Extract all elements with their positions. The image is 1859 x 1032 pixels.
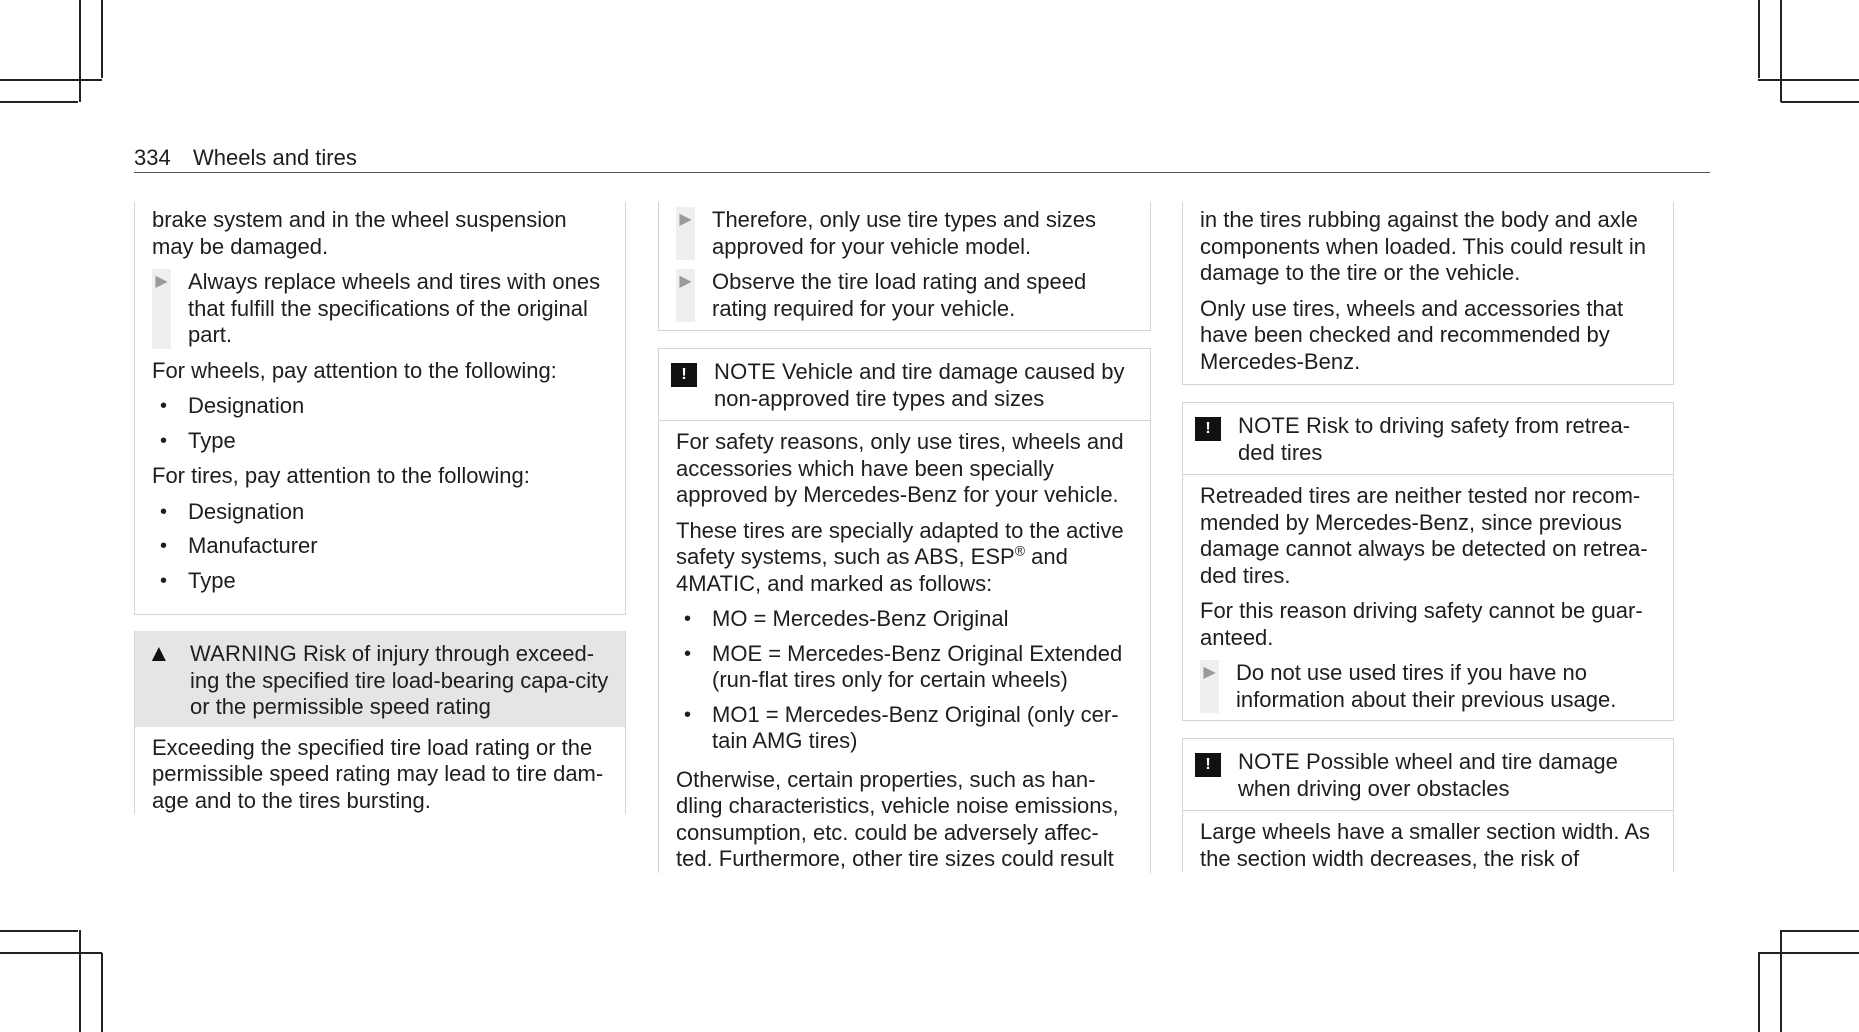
bullet-dot: • (160, 429, 168, 452)
exclamation-square-icon: ! (1195, 417, 1221, 441)
instruction-step: ▶ Therefore, only use tire types and siz… (676, 207, 1134, 260)
bullet-dot: • (684, 608, 692, 630)
paragraph: These tires are specially adapted to the… (676, 517, 1124, 596)
list-item: • Type (152, 428, 609, 455)
paragraph: brake system and in the wheel suspension… (152, 207, 567, 259)
paragraph: For wheels, pay attention to the followi… (152, 357, 557, 383)
warning-keyword: WARNING (190, 641, 297, 666)
paragraph: in the tires rubbing against the body an… (1200, 207, 1646, 285)
instruction-step: ▶ Always replace wheels and tires with o… (152, 269, 609, 349)
warning-triangle-icon: ▲ (147, 640, 171, 667)
crop-mark (0, 79, 102, 81)
list-item: • MO = Mercedes-Benz Original (676, 606, 1134, 633)
registered-mark: ® (1014, 542, 1026, 559)
instruction-step: ▶ Do not use used tires if you have no i… (1200, 660, 1657, 713)
note-box: ! NOTE Risk to driving safety from retre… (1182, 402, 1674, 721)
note-header: ! NOTE Risk to driving safety from retre… (1183, 403, 1673, 475)
page-number: 334 (134, 145, 171, 170)
warning-header: ▲ WARNING Risk of injury through exceed-… (135, 631, 625, 727)
column-2: ▶ Therefore, only use tire types and siz… (658, 202, 1151, 873)
note-title: Vehicle and tire damage caused by non-ap… (714, 359, 1125, 411)
crop-mark (1758, 952, 1859, 954)
crop-mark (1758, 79, 1859, 81)
bullet-dot: • (160, 535, 168, 557)
crop-mark (0, 952, 102, 954)
list-item: • Designation (152, 499, 609, 526)
crop-mark (1780, 0, 1782, 102)
crop-mark (101, 953, 103, 1032)
triangle-right-icon: ▶ (676, 207, 695, 260)
triangle-right-icon: ▶ (1200, 660, 1219, 713)
column-1: brake system and in the wheel suspension… (134, 202, 626, 814)
paragraph: Large wheels have a smaller section widt… (1200, 819, 1651, 871)
bullet-dot: • (160, 569, 168, 592)
list-item: • Type (152, 568, 609, 595)
note-header: ! NOTE Possible wheel and tire damage wh… (1183, 739, 1673, 811)
crop-mark (0, 930, 78, 932)
exclamation-square-icon: ! (671, 363, 697, 387)
crop-mark (79, 0, 81, 102)
crop-mark (1781, 930, 1859, 932)
continued-box: ▶ Therefore, only use tire types and siz… (658, 202, 1151, 331)
tires-list: • Designation • Manufacturer • Type (152, 499, 609, 595)
marking-list: • MO = Mercedes-Benz Original • MOE = Merc… (676, 606, 1134, 755)
note-keyword: NOTE (714, 359, 776, 384)
exclamation-square-icon: ! (1195, 753, 1221, 777)
note-header: ! NOTE Vehicle and tire damage caused by… (659, 349, 1150, 421)
warning-box: ▲ WARNING Risk of injury through exceed-… (134, 631, 626, 814)
crop-mark (101, 0, 103, 78)
crop-mark (1758, 953, 1760, 1032)
bullet-dot: • (160, 395, 168, 417)
bullet-dot: • (684, 642, 692, 665)
list-item: • MO1 = Mercedes-Benz Original (only cer-… (676, 702, 1134, 755)
crop-mark (1781, 101, 1859, 103)
note-keyword: NOTE (1238, 413, 1300, 438)
continued-box: in the tires rubbing against the body an… (1182, 202, 1674, 385)
note-box: ! NOTE Possible wheel and tire damage wh… (1182, 738, 1674, 872)
paragraph: Retreaded tires are neither tested nor r… (1200, 483, 1648, 588)
crop-mark (0, 101, 78, 103)
instruction-step: ▶ Observe the tire load rating and speed… (676, 269, 1134, 322)
list-item: • MOE = Mercedes-Benz Original Extended (… (676, 641, 1134, 694)
paragraph: For tires, pay attention to the followin… (152, 463, 530, 488)
paragraph: Otherwise, certain properties, such as h… (676, 766, 1119, 872)
note-box: ! NOTE Vehicle and tire damage caused by… (658, 348, 1151, 873)
paragraph: For this reason driving safety cannot be… (1200, 598, 1643, 650)
crop-mark (1780, 930, 1782, 1032)
column-3: in the tires rubbing against the body an… (1182, 202, 1674, 872)
paragraph: For safety reasons, only use tires, whee… (676, 429, 1124, 507)
bullet-dot: • (160, 500, 168, 523)
page-header: 334 Wheels and tires (134, 142, 1710, 173)
wheels-list: • Designation • Type (152, 393, 609, 454)
triangle-right-icon: ▶ (676, 269, 695, 322)
crop-mark (1758, 0, 1760, 78)
triangle-right-icon: ▶ (152, 269, 171, 349)
note-keyword: NOTE (1238, 749, 1300, 774)
section-title: Wheels and tires (193, 145, 357, 170)
continued-box: brake system and in the wheel suspension… (134, 202, 626, 615)
crop-mark (79, 930, 81, 1032)
list-item: • Designation (152, 393, 609, 420)
warning-body: Exceeding the specified tire load rating… (152, 734, 604, 813)
paragraph: Only use tires, wheels and accessories t… (1200, 295, 1624, 374)
bullet-dot: • (684, 703, 692, 726)
list-item: • Manufacturer (152, 533, 609, 560)
